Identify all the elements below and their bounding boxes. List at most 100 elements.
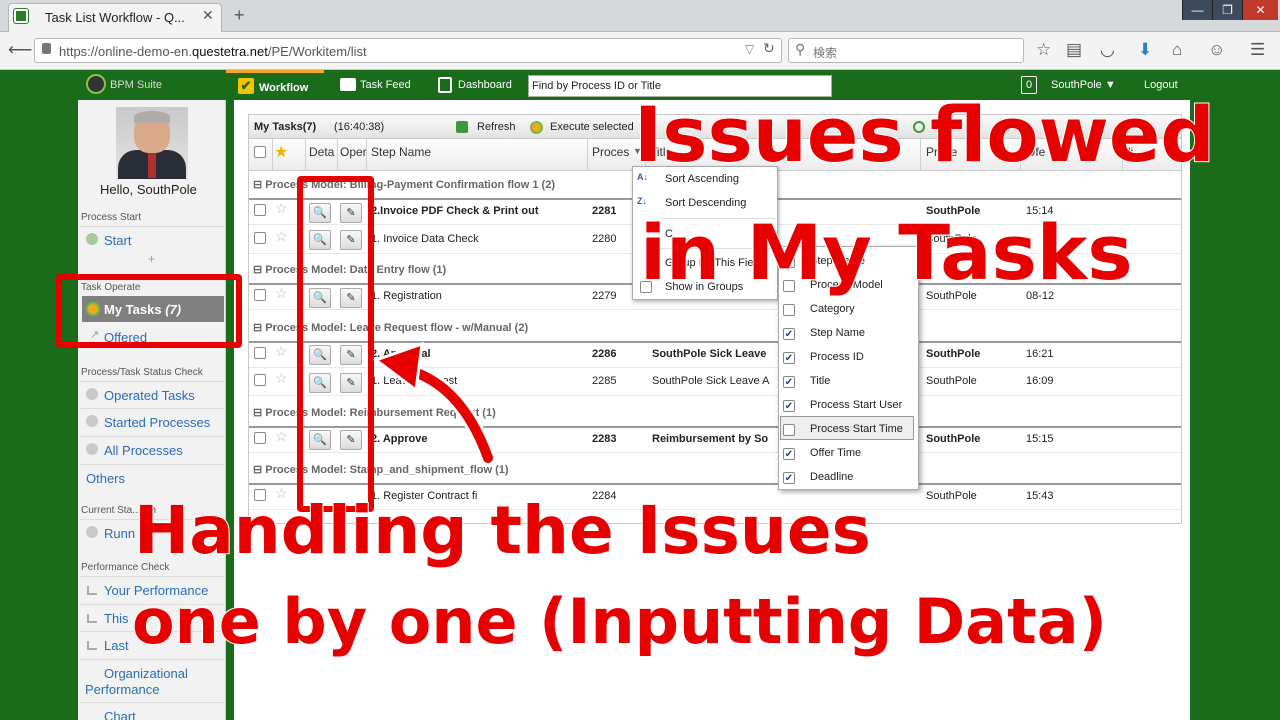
url-path: /PE/Workitem/list	[267, 44, 367, 59]
reading-list-icon[interactable]: ▤	[1066, 40, 1082, 60]
process-title: SouthPole Sick Leave	[652, 348, 767, 360]
row-checkbox[interactable]	[254, 232, 266, 244]
maximize-button[interactable]: ❐	[1212, 0, 1242, 20]
expand-icon[interactable]: +	[148, 252, 155, 266]
nav-task-feed[interactable]: Task Feed	[360, 79, 411, 91]
offer-time: 16:09	[1026, 375, 1054, 387]
star-icon[interactable]: ☆	[275, 200, 288, 217]
new-tab-button[interactable]: +	[234, 5, 245, 26]
row-checkbox[interactable]	[254, 374, 266, 386]
favicon-icon	[13, 8, 29, 24]
logo-text: BPM Suite	[110, 79, 162, 91]
row-checkbox[interactable]	[254, 204, 266, 216]
process-id: 2280	[592, 233, 617, 245]
bar-chart-icon	[87, 586, 97, 595]
offer-time: 15:43	[1026, 490, 1054, 502]
column-option-label[interactable]: Category	[810, 303, 855, 315]
col-process-id[interactable]: Proces	[592, 145, 629, 159]
browser-search-input[interactable]: 検索	[788, 38, 1024, 63]
star-icon[interactable]: ☆	[275, 370, 288, 387]
operated-tasks-icon	[86, 388, 98, 400]
task-feed-icon	[340, 78, 356, 91]
refresh-button[interactable]: Refresh	[477, 121, 516, 133]
column-option-label[interactable]: Process Start User	[810, 399, 902, 411]
search-icon: ⚲	[795, 41, 806, 57]
running-icon	[86, 526, 98, 538]
star-icon[interactable]: ☆	[275, 343, 288, 360]
url-bar[interactable]: https://online-demo-en.questetra.net/PE/…	[34, 38, 782, 63]
sidebar-item-start[interactable]: Start	[80, 226, 224, 252]
step-name[interactable]: 1. Invoice Data Check	[371, 233, 585, 245]
sort-desc-icon: Z↓	[637, 196, 647, 206]
offer-time: 15:15	[1026, 433, 1054, 445]
column-option-label[interactable]: Deadline	[810, 471, 853, 483]
column-option-checkbox[interactable]: ✔	[783, 400, 795, 412]
menu-icon[interactable]: ☰	[1250, 40, 1265, 60]
section-process-start: Process Start	[81, 212, 142, 223]
list-time: (16:40:38)	[334, 121, 385, 133]
process-id: 2281	[592, 205, 617, 217]
star-icon[interactable]: ☆	[275, 228, 288, 245]
column-option-label[interactable]: Title	[810, 375, 830, 387]
col-operate[interactable]: Oper	[340, 145, 367, 159]
section-status-check: Process/Task Status Check	[81, 367, 203, 378]
sidebar-item-started-processes[interactable]: Started Processes	[80, 408, 224, 434]
list-title: My Tasks(7)	[254, 121, 317, 133]
tab-close-icon[interactable]: ✕	[202, 7, 214, 24]
browser-tab[interactable]: Task List Workflow - Q...	[8, 3, 222, 32]
step-name[interactable]: 2.Invoice PDF Check & Print out	[371, 205, 585, 217]
refresh-icon	[456, 121, 468, 133]
column-option-checkbox[interactable]	[783, 424, 795, 436]
column-option-checkbox[interactable]: ✔	[783, 352, 795, 364]
headline-line2: in My Tasks	[639, 207, 1134, 298]
column-option-label[interactable]: Offer Time	[810, 447, 861, 459]
col-separator	[305, 139, 306, 171]
group-header[interactable]: ⊟ Process Model: Leave Request flow - w/…	[249, 314, 1181, 342]
bar-chart-icon	[87, 641, 97, 650]
column-option-checkbox[interactable]: ✔	[783, 448, 795, 460]
process-id: 2279	[592, 290, 617, 302]
row-checkbox[interactable]	[254, 347, 266, 359]
process-id: 2286	[592, 348, 617, 360]
download-icon[interactable]: ⬇	[1138, 40, 1152, 60]
back-icon[interactable]: ⟵	[8, 40, 32, 60]
feedback-icon[interactable]: ☺	[1208, 40, 1225, 60]
row-checkbox[interactable]	[254, 289, 266, 301]
star-header-icon[interactable]: ★	[274, 142, 288, 162]
caption-line1: Handling the Issues	[133, 491, 872, 570]
highlight-my-tasks-box	[56, 274, 242, 348]
column-option-label[interactable]: Step Name	[810, 327, 865, 339]
column-option-checkbox[interactable]: ✔	[783, 328, 795, 340]
home-icon[interactable]: ⌂	[1172, 40, 1182, 60]
star-icon[interactable]: ☆	[275, 428, 288, 445]
bookmark-star-icon[interactable]: ☆	[1036, 40, 1051, 60]
reload-icon[interactable]: ↻	[763, 40, 775, 57]
sidebar-item-chart[interactable]: Chart	[80, 702, 224, 720]
nav-dashboard[interactable]: Dashboard	[458, 79, 512, 91]
close-window-button[interactable]: ✕	[1242, 0, 1278, 20]
column-option-checkbox[interactable]: ✔	[783, 376, 795, 388]
minimize-button[interactable]: —	[1182, 0, 1212, 20]
column-option-checkbox[interactable]: ✔	[783, 472, 795, 484]
dropdown-arrow-icon[interactable]: ▽	[745, 42, 754, 56]
pocket-icon[interactable]: ◡	[1100, 40, 1115, 60]
dashboard-icon	[438, 77, 452, 93]
step-name[interactable]: 1. Registration	[371, 290, 585, 302]
process-id: 2285	[592, 375, 617, 387]
execute-selected-button[interactable]: Execute selected	[550, 121, 634, 133]
sidebar-item-others[interactable]: Others	[80, 464, 224, 490]
sidebar-item-operated-tasks[interactable]: Operated Tasks	[80, 381, 224, 407]
col-step-name[interactable]: Step Name	[371, 145, 431, 159]
bar-chart-icon	[87, 614, 97, 623]
row-checkbox[interactable]	[254, 432, 266, 444]
column-option-label[interactable]: Process Start Time	[810, 423, 903, 435]
star-icon[interactable]: ☆	[275, 285, 288, 302]
greeting: Hello, SouthPole	[100, 182, 197, 197]
column-option-checkbox[interactable]	[783, 304, 795, 316]
col-separator	[337, 139, 338, 171]
sidebar-item-all-processes[interactable]: All Processes	[80, 436, 224, 462]
col-separator	[587, 139, 588, 171]
column-option-label[interactable]: Process ID	[810, 351, 864, 363]
col-detail[interactable]: Deta	[309, 145, 334, 159]
select-all-checkbox[interactable]	[254, 146, 266, 158]
